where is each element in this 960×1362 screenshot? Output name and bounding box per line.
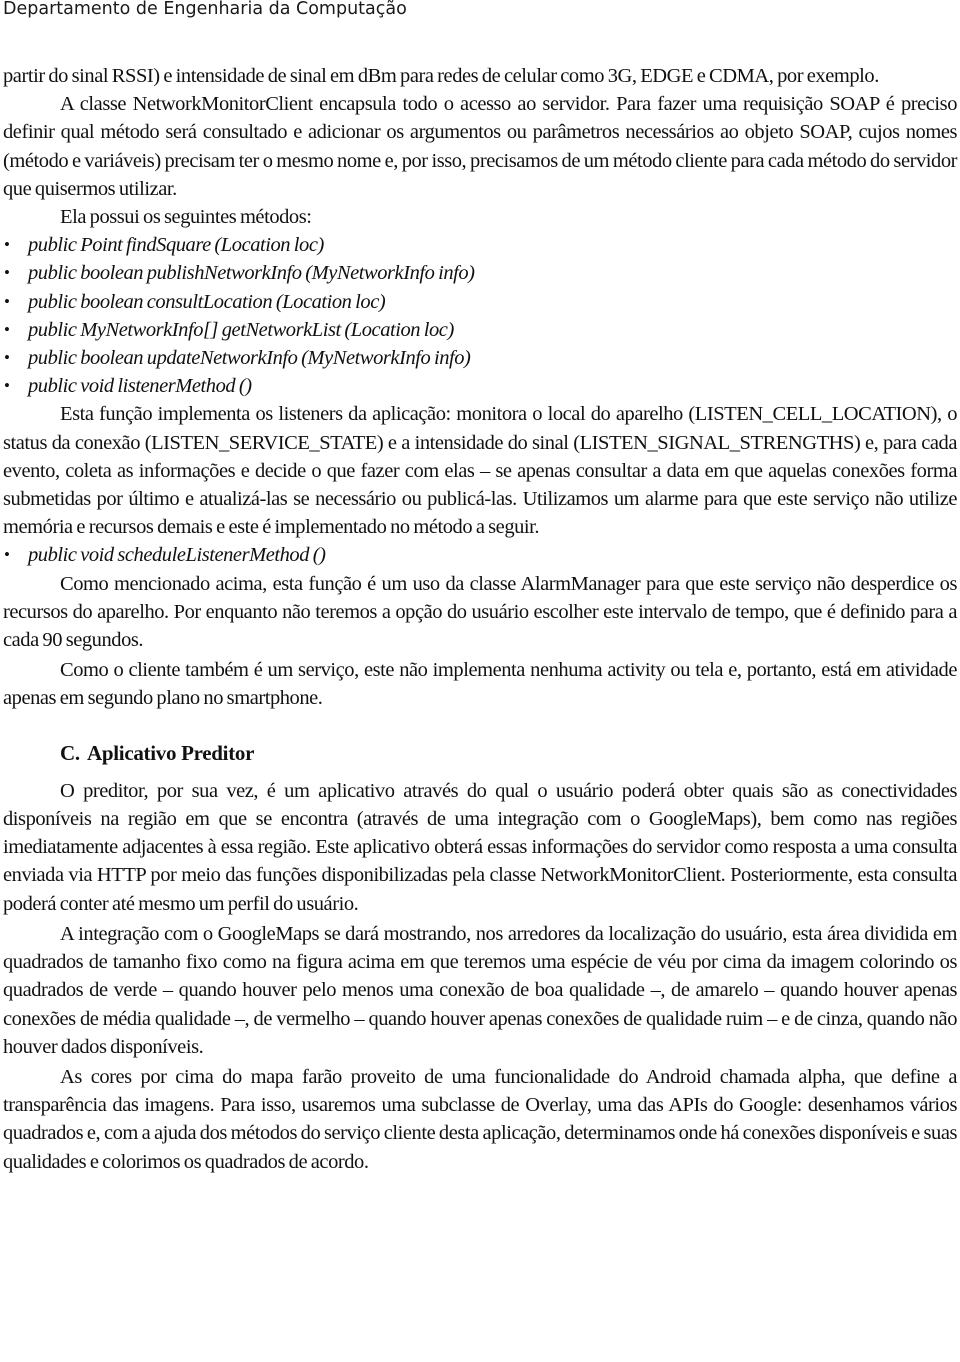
document-body: partir do sinal RSSI) e intensidade de s… [3,62,957,1176]
method-signature: public boolean consultLocation (Location… [28,290,386,313]
list-item: • public boolean updateNetworkInfo (MyNet… [3,344,957,372]
method-signature: public boolean updateNetworkInfo (MyNetw… [28,347,471,370]
page-header: Departamento de Engenharia da Computação [3,0,407,19]
list-item: • public boolean consultLocation (Locatio… [3,288,957,316]
list-item: • public void listenerMethod () [3,372,957,400]
methods-list: • public Point findSquare (Location loc) … [3,231,957,400]
section-title: Aplicativo Preditor [87,740,255,765]
method-signature: public MyNetworkInfo[] getNetworkList (L… [28,318,454,341]
bullet-icon: • [4,291,10,311]
section-number: C. [60,740,80,765]
list-item: • public void scheduleListenerMethod () [3,541,957,569]
list-item: • public MyNetworkInfo[] getNetworkList (… [3,316,957,344]
paragraph-rssi-continuation: partir do sinal RSSI) e intensidade de s… [3,65,879,87]
bullet-icon: • [4,263,10,283]
paragraph-client-service: Como o cliente também é um serviço, este… [3,659,957,710]
paragraph-googlemaps-integration: A integração com o GoogleMaps se dará mo… [3,922,957,1058]
section-heading: C. Aplicativo Preditor [60,739,957,767]
bullet-icon: • [4,235,10,255]
method-signature: public void scheduleListenerMethod () [28,544,326,567]
paragraph-listener-method: Esta função implementa os listeners da a… [3,403,957,539]
paragraph-methods-intro: Ela possui os seguintes métodos: [60,206,312,229]
bullet-icon: • [4,319,10,339]
paragraph-overlay-colors: As cores por cima do mapa farão proveito… [3,1065,957,1173]
method-signature: public Point findSquare (Location loc) [28,234,324,257]
method-signature: public void listenerMethod () [28,375,252,398]
list-item: • public boolean publishNetworkInfo (MyNe… [3,259,957,287]
bullet-icon: • [4,348,10,368]
bullet-icon: • [4,376,10,396]
paragraph-alarm-manager: Como mencionado acima, esta função é um … [3,572,957,652]
paragraph-predictor-intro: O preditor, por sua vez, é um aplicativo… [3,779,957,915]
paragraph-network-monitor-client: A classe NetworkMonitorClient encapsula … [3,93,957,200]
list-item: • public Point findSquare (Location loc) [3,231,957,259]
scheduled-method-list: • public void scheduleListenerMethod () [3,541,957,569]
bullet-icon: • [4,545,10,565]
method-signature: public boolean publishNetworkInfo (MyNet… [28,262,475,285]
